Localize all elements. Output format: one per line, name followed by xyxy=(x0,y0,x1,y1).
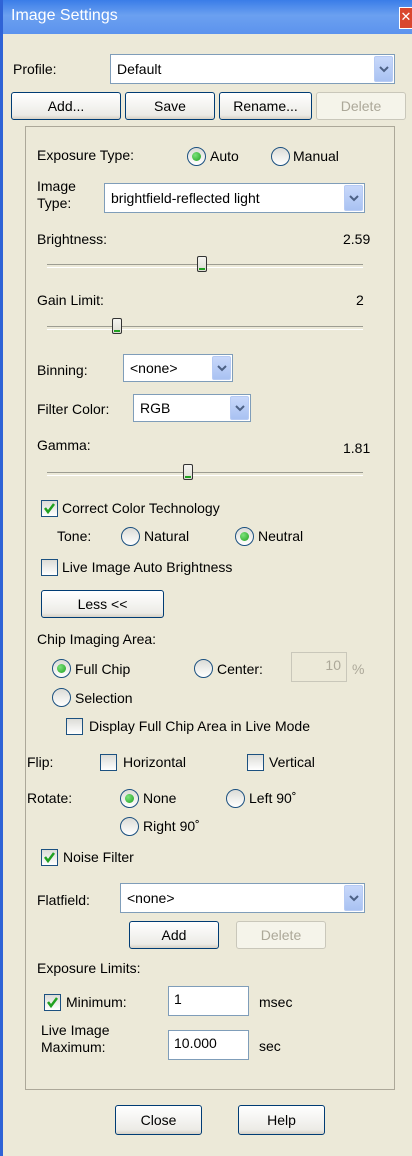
binning-select[interactable]: <none> xyxy=(123,354,233,382)
selection-label[interactable]: Selection xyxy=(75,690,133,706)
center-unit: % xyxy=(352,661,365,677)
maximum-field[interactable]: 10.000 xyxy=(168,1030,249,1060)
center-label[interactable]: Center: xyxy=(217,661,263,677)
exposure-auto-radio[interactable] xyxy=(187,147,206,166)
close-button[interactable]: Close xyxy=(115,1105,202,1135)
display-full-chip-checkbox[interactable] xyxy=(66,718,83,735)
rotate-none-radio[interactable] xyxy=(120,789,139,808)
gain-limit-slider-track[interactable] xyxy=(47,326,363,330)
exposure-manual-radio[interactable] xyxy=(271,147,290,166)
gain-limit-label: Gain Limit: xyxy=(37,292,104,308)
display-full-chip-label[interactable]: Display Full Chip Area in Live Mode xyxy=(89,718,310,734)
rotate-left90-radio[interactable] xyxy=(226,789,245,808)
full-chip-label[interactable]: Full Chip xyxy=(75,661,130,677)
minimum-field[interactable]: 1 xyxy=(168,986,249,1016)
filter-color-value: RGB xyxy=(140,400,171,416)
full-chip-radio[interactable] xyxy=(52,659,71,678)
tone-neutral-radio[interactable] xyxy=(235,527,254,546)
chevron-down-icon[interactable] xyxy=(212,356,231,380)
tone-natural-radio[interactable] xyxy=(121,527,140,546)
profile-label: Profile: xyxy=(13,61,57,77)
chevron-down-icon[interactable] xyxy=(374,56,393,82)
chevron-down-icon[interactable] xyxy=(230,396,249,420)
selection-radio[interactable] xyxy=(52,688,71,707)
help-button[interactable]: Help xyxy=(238,1105,325,1135)
chevron-down-icon[interactable] xyxy=(344,885,363,911)
brightness-slider-thumb[interactable] xyxy=(197,256,207,272)
image-type-value: brightfield-reflected light xyxy=(111,190,260,206)
correct-color-checkbox[interactable] xyxy=(41,500,58,517)
brightness-value: 2.59 xyxy=(343,231,371,247)
tone-natural-label[interactable]: Natural xyxy=(144,528,189,544)
live-auto-brightness-checkbox[interactable] xyxy=(41,559,58,576)
maximum-unit: sec xyxy=(259,1038,281,1054)
noise-filter-checkbox[interactable] xyxy=(41,849,58,866)
live-auto-brightness-label[interactable]: Live Image Auto Brightness xyxy=(62,559,232,575)
profile-save-button[interactable]: Save xyxy=(125,92,215,120)
image-type-label-line2: Type: xyxy=(37,195,72,211)
flatfield-add-button[interactable]: Add xyxy=(129,921,219,949)
gain-limit-slider-thumb[interactable] xyxy=(112,318,122,334)
binning-label: Binning: xyxy=(37,362,88,378)
gamma-slider-thumb[interactable] xyxy=(183,464,193,480)
flatfield-select[interactable]: <none> xyxy=(120,883,365,913)
rotate-right90-radio[interactable] xyxy=(120,817,139,836)
flatfield-value: <none> xyxy=(127,890,175,906)
gamma-label: Gamma: xyxy=(37,437,91,453)
less-button[interactable]: Less << xyxy=(41,590,164,618)
gain-limit-value: 2 xyxy=(356,292,364,308)
flip-vertical-label[interactable]: Vertical xyxy=(269,754,315,770)
image-type-label-line1: Image xyxy=(37,178,76,194)
filter-color-select[interactable]: RGB xyxy=(133,394,251,422)
maximum-label-line1: Live Image xyxy=(41,1022,110,1038)
profile-add-button[interactable]: Add... xyxy=(11,92,121,120)
maximum-label-line2: Maximum: xyxy=(41,1039,106,1055)
exposure-type-label: Exposure Type: xyxy=(37,147,135,163)
flip-horizontal-checkbox[interactable] xyxy=(100,754,117,771)
minimum-label[interactable]: Minimum: xyxy=(66,994,127,1010)
close-icon[interactable]: ✕ xyxy=(399,7,412,29)
filter-color-label: Filter Color: xyxy=(37,401,110,417)
rotate-label: Rotate: xyxy=(27,790,73,806)
exposure-auto-label[interactable]: Auto xyxy=(210,148,239,164)
checkmark-icon xyxy=(44,503,55,515)
flatfield-delete-button: Delete xyxy=(236,921,326,949)
center-radio[interactable] xyxy=(194,659,213,678)
profile-rename-button[interactable]: Rename... xyxy=(219,92,312,120)
center-value-field: 10 xyxy=(291,652,347,682)
minimum-unit: msec xyxy=(259,994,293,1010)
rotate-none-label[interactable]: None xyxy=(143,790,176,806)
gamma-value: 1.81 xyxy=(343,440,371,456)
window-title: Image Settings xyxy=(11,7,118,24)
correct-color-label[interactable]: Correct Color Technology xyxy=(62,500,220,516)
minimum-checkbox[interactable] xyxy=(44,994,61,1011)
image-settings-window: Image Settings ✕ Profile: Default Add...… xyxy=(0,0,412,1156)
tone-label: Tone: xyxy=(57,528,92,544)
flatfield-label: Flatfield: xyxy=(37,892,90,908)
checkmark-icon xyxy=(44,852,55,864)
exposure-manual-label[interactable]: Manual xyxy=(293,148,339,164)
flip-vertical-checkbox[interactable] xyxy=(247,754,264,771)
checkmark-icon xyxy=(47,997,58,1009)
profile-select[interactable]: Default xyxy=(110,54,395,84)
image-type-select[interactable]: brightfield-reflected light xyxy=(104,183,365,213)
binning-value: <none> xyxy=(130,360,178,376)
profile-select-value: Default xyxy=(117,61,162,77)
profile-delete-button: Delete xyxy=(316,92,406,120)
gamma-slider-track[interactable] xyxy=(47,472,363,476)
exposure-limits-label: Exposure Limits: xyxy=(37,960,141,976)
tone-neutral-label[interactable]: Neutral xyxy=(258,528,303,544)
title-bar[interactable]: Image Settings ✕ xyxy=(3,0,412,34)
rotate-left90-label[interactable]: Left 90˚ xyxy=(249,790,296,806)
chip-area-label: Chip Imaging Area: xyxy=(37,631,157,647)
flip-horizontal-label[interactable]: Horizontal xyxy=(123,754,186,770)
noise-filter-label[interactable]: Noise Filter xyxy=(63,849,134,865)
flip-label: Flip: xyxy=(27,754,54,770)
rotate-right90-label[interactable]: Right 90˚ xyxy=(143,818,200,834)
brightness-label: Brightness: xyxy=(37,231,108,247)
chevron-down-icon[interactable] xyxy=(344,185,363,211)
